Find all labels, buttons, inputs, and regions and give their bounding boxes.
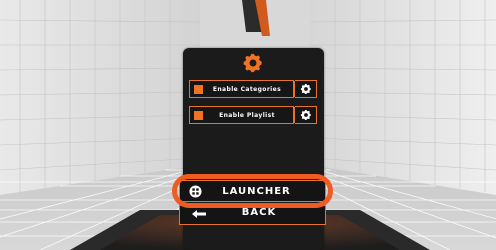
back-arrow-icon — [192, 210, 206, 218]
back-label: BACK — [241, 207, 277, 218]
selection-highlight-ring — [172, 174, 333, 208]
vr-scene: Enable Categories Enable Playlist LAUNCH… — [0, 0, 496, 250]
back-button[interactable]: BACK — [179, 205, 326, 225]
panel-buttons: LAUNCHER BACK — [179, 0, 326, 250]
